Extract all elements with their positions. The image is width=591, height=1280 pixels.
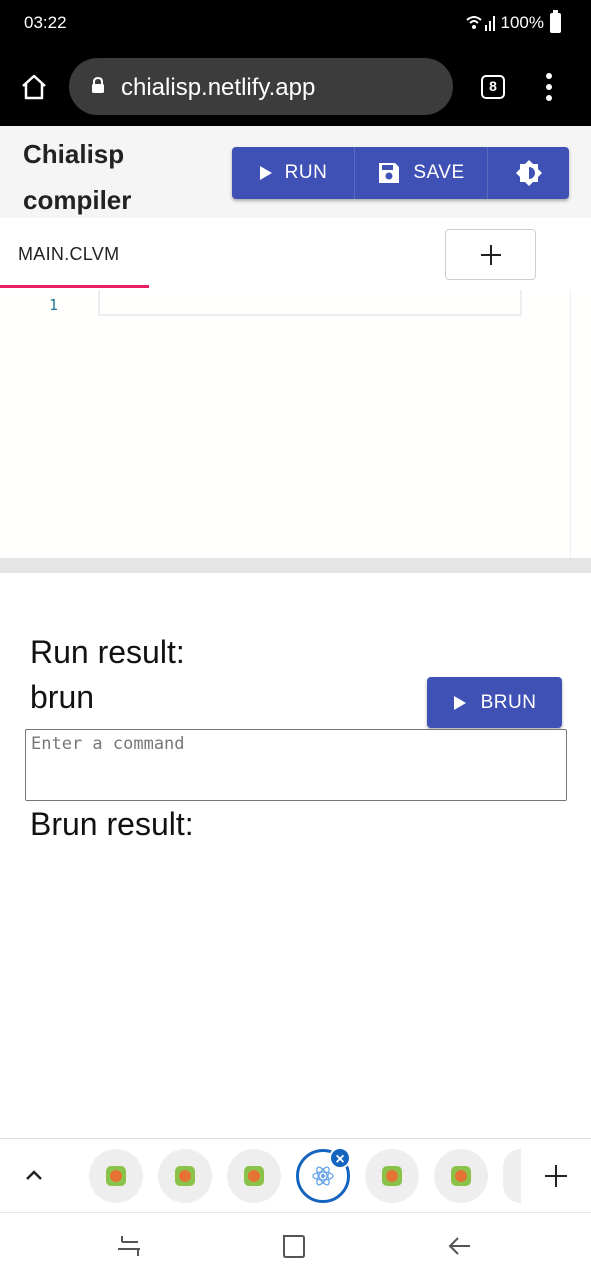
active-tab-indicator: [0, 285, 149, 288]
tab-switcher-button[interactable]: 8: [481, 75, 505, 99]
command-input[interactable]: [25, 729, 567, 801]
chevron-up-icon[interactable]: [22, 1163, 46, 1187]
lock-icon: [92, 77, 104, 93]
close-tab-icon[interactable]: ×: [329, 1147, 351, 1169]
browser-tab-thumb[interactable]: [89, 1149, 143, 1203]
run-button-label: RUN: [284, 162, 328, 183]
battery-icon: [550, 10, 561, 33]
run-button[interactable]: RUN: [232, 147, 355, 199]
add-file-button[interactable]: [445, 229, 536, 280]
browser-tab-thumb[interactable]: [365, 1149, 419, 1203]
brun-button-label: BRUN: [480, 691, 537, 713]
browser-tab-strip: ×: [0, 1138, 591, 1212]
url-bar[interactable]: chialisp.netlify.app: [69, 58, 453, 115]
home-icon[interactable]: [20, 73, 48, 101]
brun-result-label: Brun result:: [30, 806, 194, 842]
react-icon: [312, 1166, 334, 1186]
app-favicon-icon: [382, 1166, 402, 1186]
play-icon: [453, 695, 466, 710]
code-editor[interactable]: 1: [0, 290, 591, 558]
panel-divider[interactable]: [0, 558, 591, 573]
browser-toolbar: chialisp.netlify.app 8: [0, 46, 591, 126]
app-favicon-icon: [244, 1166, 264, 1186]
browser-tab-thumb-partial[interactable]: [503, 1149, 521, 1203]
file-tab-bar: MAIN.CLVM: [0, 218, 591, 290]
browser-tab-thumb[interactable]: [158, 1149, 212, 1203]
wifi-signal-icon: [465, 16, 495, 31]
browser-tab-thumb[interactable]: [227, 1149, 281, 1203]
app-favicon-icon: [106, 1166, 126, 1186]
recent-apps-icon[interactable]: [114, 1231, 144, 1261]
new-tab-icon[interactable]: [543, 1163, 569, 1189]
current-line-highlight: [98, 290, 522, 316]
app-favicon-icon: [451, 1166, 471, 1186]
overflow-menu-icon[interactable]: [541, 73, 557, 103]
status-bar: 03:22 100%: [0, 0, 591, 46]
home-nav-icon[interactable]: [278, 1231, 308, 1261]
line-number: 1: [49, 296, 59, 314]
status-time: 03:22: [24, 13, 67, 32]
run-result-label: Run result:: [30, 634, 185, 670]
screen: 03:22 100% chialisp.netlify.app 8 Chiali…: [0, 0, 591, 1280]
app-favicon-icon: [175, 1166, 195, 1186]
battery-percent: 100%: [500, 13, 544, 32]
theme-toggle-button[interactable]: [488, 147, 569, 199]
url-text: chialisp.netlify.app: [121, 74, 316, 101]
brun-button[interactable]: BRUN: [427, 677, 562, 728]
app-header: Chialisp compiler RUN SAVE: [0, 126, 591, 218]
save-icon: [379, 163, 400, 183]
back-icon[interactable]: [445, 1231, 475, 1261]
toolbar-button-group: RUN SAVE: [232, 147, 569, 199]
brun-heading: brun: [30, 679, 95, 715]
save-button[interactable]: SAVE: [355, 147, 488, 199]
editor-scrollbar[interactable]: [570, 290, 571, 558]
play-icon: [259, 166, 272, 180]
app-title: Chialisp compiler: [23, 139, 132, 215]
status-icons: 100%: [465, 10, 561, 33]
tab-label: MAIN.CLVM: [18, 244, 120, 264]
tab-main-clvm[interactable]: MAIN.CLVM: [0, 218, 149, 290]
browser-tab-thumb[interactable]: [434, 1149, 488, 1203]
brightness-icon: [515, 160, 542, 186]
system-navigation-bar: [0, 1212, 591, 1280]
save-button-label: SAVE: [413, 162, 465, 183]
